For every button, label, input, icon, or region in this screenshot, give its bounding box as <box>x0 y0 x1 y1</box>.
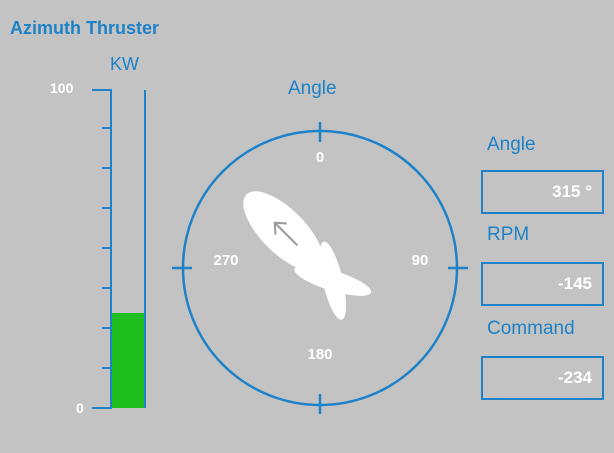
angle-readout-value: 315 ° <box>481 170 604 214</box>
page-title: Azimuth Thruster <box>10 18 160 38</box>
command-readout-value: -234 <box>481 356 604 400</box>
kw-min-label: 0 <box>76 400 84 416</box>
compass-label-90: 90 <box>412 252 429 269</box>
kw-bar <box>110 90 146 408</box>
thruster-icon <box>243 191 372 320</box>
compass-label-180: 180 <box>307 346 332 363</box>
kw-axis-ticks <box>92 89 112 409</box>
kw-label: KW <box>110 54 139 74</box>
command-readout-label: Command <box>487 318 575 339</box>
kw-fill-level <box>112 312 144 408</box>
rpm-readout-value: -145 <box>481 262 604 306</box>
compass-label-270: 270 <box>213 252 238 269</box>
compass-label-0: 0 <box>316 149 324 166</box>
angle-gauge-heading: Angle <box>288 78 337 99</box>
kw-max-label: 100 <box>50 80 74 96</box>
rpm-readout-label: RPM <box>487 224 530 245</box>
angle-readout-label: Angle <box>487 134 536 155</box>
azimuth-compass: 0 90 180 270 <box>172 122 468 414</box>
